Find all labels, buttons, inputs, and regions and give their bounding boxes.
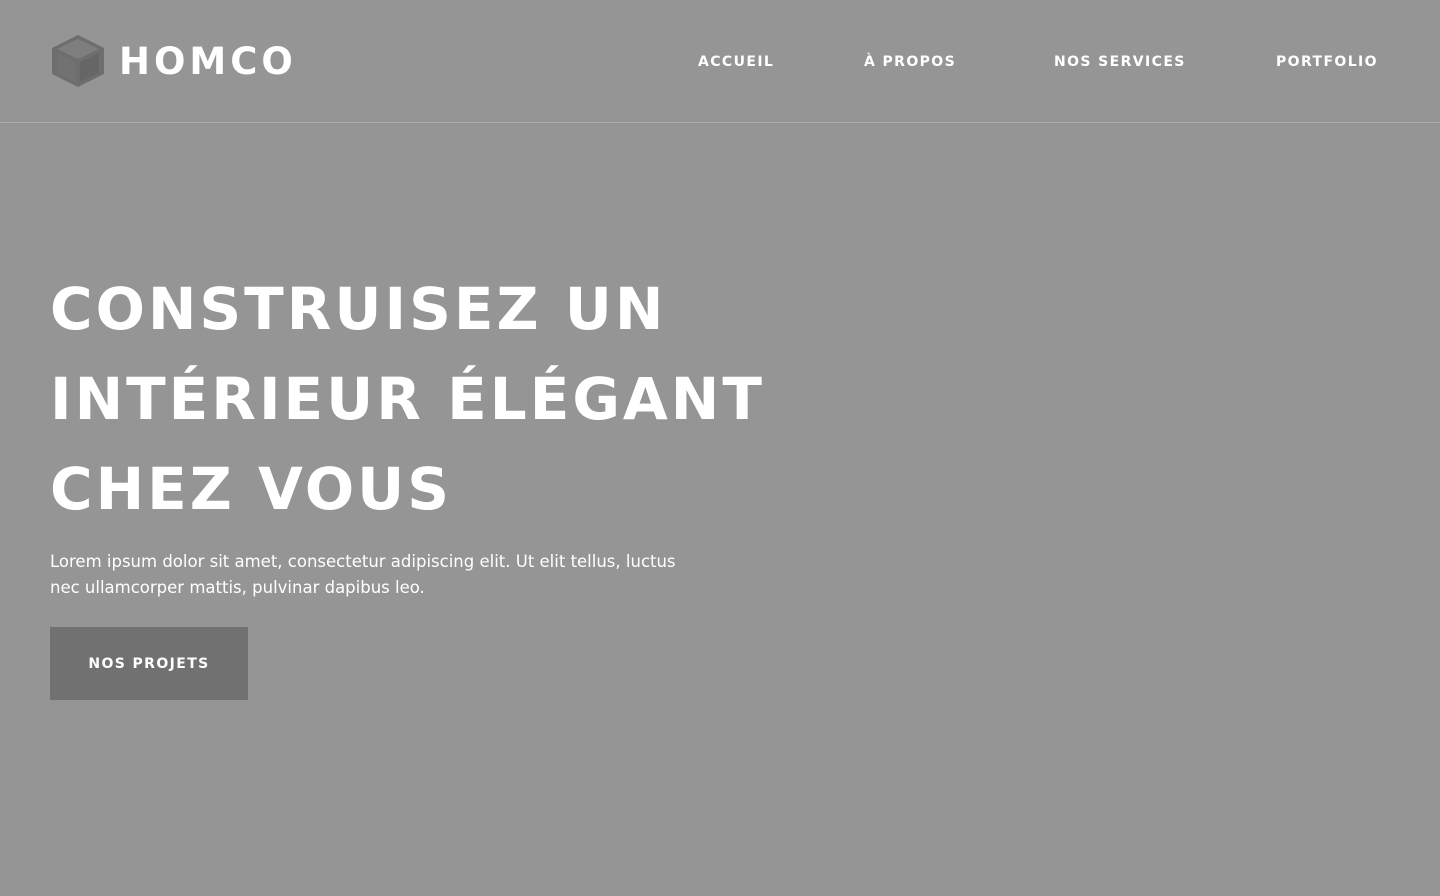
site-header: HOMCO ACCUEIL À PROPOS NOS SERVICES PORT… [0,0,1440,123]
projects-button[interactable]: NOS PROJETS [50,627,248,700]
cube-icon [52,35,104,87]
hero-description: Lorem ipsum dolor sit amet, consectetur … [50,552,676,597]
hero-title-line: CHEZ VOUS [50,455,453,523]
hero-title: CONSTRUISEZ UN INTÉRIEUR ÉLÉGANT CHEZ VO… [50,264,765,534]
logo-text: HOMCO [119,39,297,83]
page: HOMCO ACCUEIL À PROPOS NOS SERVICES PORT… [0,0,1440,896]
hero-title-line: INTÉRIEUR ÉLÉGANT [50,365,765,433]
nav-link-a-propos[interactable]: À PROPOS [864,52,956,72]
hero-title-line: CONSTRUISEZ UN [50,275,667,343]
nav-link-accueil[interactable]: ACCUEIL [698,52,774,72]
nav-link-nos-services[interactable]: NOS SERVICES [1054,52,1186,72]
projects-button-label: NOS PROJETS [88,655,210,672]
logo-link[interactable]: HOMCO [50,33,297,89]
nav-link-portfolio[interactable]: PORTFOLIO [1276,52,1378,72]
